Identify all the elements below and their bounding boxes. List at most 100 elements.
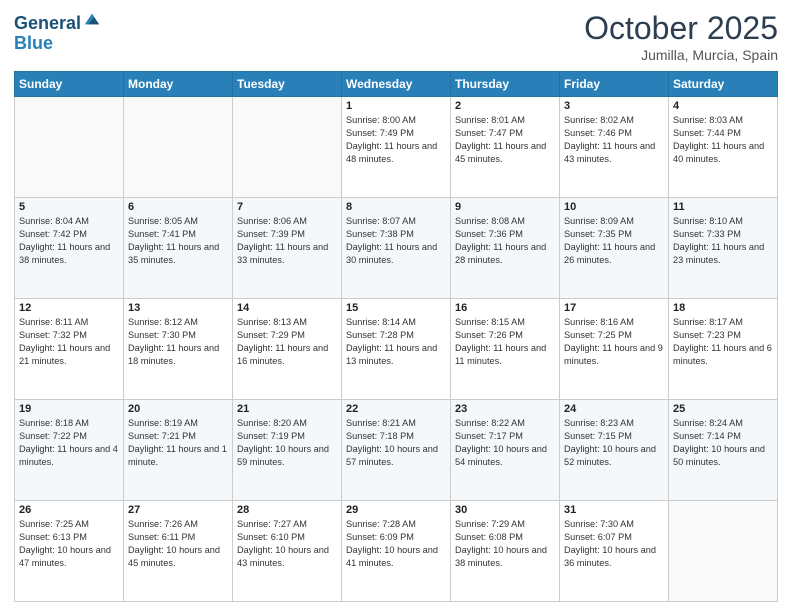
week-row-1: 5 Sunrise: 8:04 AM Sunset: 7:42 PM Daylig… bbox=[15, 198, 778, 299]
cell-info: Sunrise: 8:03 AM Sunset: 7:44 PM Dayligh… bbox=[673, 114, 773, 166]
calendar-cell: 18 Sunrise: 8:17 AM Sunset: 7:23 PM Dayli… bbox=[669, 299, 778, 400]
location: Jumilla, Murcia, Spain bbox=[584, 47, 778, 63]
day-number: 8 bbox=[346, 201, 446, 213]
cell-info: Sunrise: 8:13 AM Sunset: 7:29 PM Dayligh… bbox=[237, 316, 337, 368]
cell-info: Sunrise: 8:16 AM Sunset: 7:25 PM Dayligh… bbox=[564, 316, 664, 368]
day-number: 31 bbox=[564, 504, 664, 516]
cell-info: Sunrise: 8:04 AM Sunset: 7:42 PM Dayligh… bbox=[19, 215, 119, 267]
weekday-header-monday: Monday bbox=[124, 72, 233, 97]
calendar-cell: 11 Sunrise: 8:10 AM Sunset: 7:33 PM Dayli… bbox=[669, 198, 778, 299]
day-number: 9 bbox=[455, 201, 555, 213]
cell-info: Sunrise: 8:20 AM Sunset: 7:19 PM Dayligh… bbox=[237, 417, 337, 469]
cell-info: Sunrise: 7:30 AM Sunset: 6:07 PM Dayligh… bbox=[564, 518, 664, 570]
weekday-header-sunday: Sunday bbox=[15, 72, 124, 97]
cell-info: Sunrise: 8:05 AM Sunset: 7:41 PM Dayligh… bbox=[128, 215, 228, 267]
calendar-cell: 28 Sunrise: 7:27 AM Sunset: 6:10 PM Dayli… bbox=[233, 501, 342, 602]
calendar-cell: 20 Sunrise: 8:19 AM Sunset: 7:21 PM Dayli… bbox=[124, 400, 233, 501]
calendar-cell bbox=[669, 501, 778, 602]
calendar-cell: 30 Sunrise: 7:29 AM Sunset: 6:08 PM Dayli… bbox=[451, 501, 560, 602]
day-number: 27 bbox=[128, 504, 228, 516]
calendar-cell: 8 Sunrise: 8:07 AM Sunset: 7:38 PM Daylig… bbox=[342, 198, 451, 299]
cell-info: Sunrise: 8:01 AM Sunset: 7:47 PM Dayligh… bbox=[455, 114, 555, 166]
cell-info: Sunrise: 7:29 AM Sunset: 6:08 PM Dayligh… bbox=[455, 518, 555, 570]
calendar-cell: 12 Sunrise: 8:11 AM Sunset: 7:32 PM Dayli… bbox=[15, 299, 124, 400]
calendar-cell bbox=[15, 97, 124, 198]
cell-info: Sunrise: 8:23 AM Sunset: 7:15 PM Dayligh… bbox=[564, 417, 664, 469]
day-number: 30 bbox=[455, 504, 555, 516]
calendar-cell: 15 Sunrise: 8:14 AM Sunset: 7:28 PM Dayli… bbox=[342, 299, 451, 400]
cell-info: Sunrise: 8:19 AM Sunset: 7:21 PM Dayligh… bbox=[128, 417, 228, 469]
calendar-cell: 1Sunrise: 8:00 AM Sunset: 7:49 PM Daylig… bbox=[342, 97, 451, 198]
cell-info: Sunrise: 8:17 AM Sunset: 7:23 PM Dayligh… bbox=[673, 316, 773, 368]
calendar-cell: 29 Sunrise: 7:28 AM Sunset: 6:09 PM Dayli… bbox=[342, 501, 451, 602]
weekday-header-tuesday: Tuesday bbox=[233, 72, 342, 97]
calendar-cell: 4 Sunrise: 8:03 AM Sunset: 7:44 PM Daylig… bbox=[669, 97, 778, 198]
week-row-3: 19 Sunrise: 8:18 AM Sunset: 7:22 PM Dayli… bbox=[15, 400, 778, 501]
day-number: 14 bbox=[237, 302, 337, 314]
calendar-cell: 24Sunrise: 8:23 AM Sunset: 7:15 PM Dayli… bbox=[560, 400, 669, 501]
logo-icon bbox=[83, 10, 101, 28]
day-number: 16 bbox=[455, 302, 555, 314]
cell-info: Sunrise: 8:11 AM Sunset: 7:32 PM Dayligh… bbox=[19, 316, 119, 368]
calendar-cell: 25Sunrise: 8:24 AM Sunset: 7:14 PM Dayli… bbox=[669, 400, 778, 501]
calendar-cell: 9Sunrise: 8:08 AM Sunset: 7:36 PM Daylig… bbox=[451, 198, 560, 299]
day-number: 4 bbox=[673, 100, 773, 112]
day-number: 25 bbox=[673, 403, 773, 415]
cell-info: Sunrise: 8:18 AM Sunset: 7:22 PM Dayligh… bbox=[19, 417, 119, 469]
day-number: 12 bbox=[19, 302, 119, 314]
calendar-cell: 13Sunrise: 8:12 AM Sunset: 7:30 PM Dayli… bbox=[124, 299, 233, 400]
calendar-cell: 17 Sunrise: 8:16 AM Sunset: 7:25 PM Dayli… bbox=[560, 299, 669, 400]
cell-info: Sunrise: 7:27 AM Sunset: 6:10 PM Dayligh… bbox=[237, 518, 337, 570]
cell-info: Sunrise: 8:10 AM Sunset: 7:33 PM Dayligh… bbox=[673, 215, 773, 267]
day-number: 15 bbox=[346, 302, 446, 314]
calendar-cell: 7Sunrise: 8:06 AM Sunset: 7:39 PM Daylig… bbox=[233, 198, 342, 299]
day-number: 20 bbox=[128, 403, 228, 415]
calendar-cell: 16 Sunrise: 8:15 AM Sunset: 7:26 PM Dayli… bbox=[451, 299, 560, 400]
cell-info: Sunrise: 7:28 AM Sunset: 6:09 PM Dayligh… bbox=[346, 518, 446, 570]
logo-text: General bbox=[14, 14, 81, 34]
logo: General Blue bbox=[14, 14, 101, 54]
page-container: General Blue October 2025 Jumilla, Murci… bbox=[0, 0, 792, 612]
day-number: 11 bbox=[673, 201, 773, 213]
calendar-cell: 19 Sunrise: 8:18 AM Sunset: 7:22 PM Dayli… bbox=[15, 400, 124, 501]
calendar-cell: 27 Sunrise: 7:26 AM Sunset: 6:11 PM Dayli… bbox=[124, 501, 233, 602]
weekday-header-saturday: Saturday bbox=[669, 72, 778, 97]
calendar-cell: 31 Sunrise: 7:30 AM Sunset: 6:07 PM Dayli… bbox=[560, 501, 669, 602]
cell-info: Sunrise: 7:26 AM Sunset: 6:11 PM Dayligh… bbox=[128, 518, 228, 570]
month-title: October 2025 bbox=[584, 10, 778, 47]
calendar-cell bbox=[124, 97, 233, 198]
cell-info: Sunrise: 8:14 AM Sunset: 7:28 PM Dayligh… bbox=[346, 316, 446, 368]
weekday-header-thursday: Thursday bbox=[451, 72, 560, 97]
calendar-table: SundayMondayTuesdayWednesdayThursdayFrid… bbox=[14, 71, 778, 602]
calendar-cell: 5 Sunrise: 8:04 AM Sunset: 7:42 PM Daylig… bbox=[15, 198, 124, 299]
cell-info: Sunrise: 8:09 AM Sunset: 7:35 PM Dayligh… bbox=[564, 215, 664, 267]
calendar-cell: 22Sunrise: 8:21 AM Sunset: 7:18 PM Dayli… bbox=[342, 400, 451, 501]
day-number: 1 bbox=[346, 100, 446, 112]
weekday-header-row: SundayMondayTuesdayWednesdayThursdayFrid… bbox=[15, 72, 778, 97]
cell-info: Sunrise: 8:15 AM Sunset: 7:26 PM Dayligh… bbox=[455, 316, 555, 368]
day-number: 13 bbox=[128, 302, 228, 314]
weekday-header-wednesday: Wednesday bbox=[342, 72, 451, 97]
day-number: 17 bbox=[564, 302, 664, 314]
cell-info: Sunrise: 8:21 AM Sunset: 7:18 PM Dayligh… bbox=[346, 417, 446, 469]
cell-info: Sunrise: 8:07 AM Sunset: 7:38 PM Dayligh… bbox=[346, 215, 446, 267]
day-number: 6 bbox=[128, 201, 228, 213]
day-number: 29 bbox=[346, 504, 446, 516]
day-number: 3 bbox=[564, 100, 664, 112]
cell-info: Sunrise: 8:06 AM Sunset: 7:39 PM Dayligh… bbox=[237, 215, 337, 267]
header: General Blue October 2025 Jumilla, Murci… bbox=[14, 10, 778, 63]
day-number: 19 bbox=[19, 403, 119, 415]
logo-blue: Blue bbox=[14, 34, 101, 54]
day-number: 5 bbox=[19, 201, 119, 213]
day-number: 2 bbox=[455, 100, 555, 112]
day-number: 28 bbox=[237, 504, 337, 516]
calendar-cell bbox=[233, 97, 342, 198]
calendar-cell: 14 Sunrise: 8:13 AM Sunset: 7:29 PM Dayli… bbox=[233, 299, 342, 400]
day-number: 10 bbox=[564, 201, 664, 213]
calendar-cell: 2 Sunrise: 8:01 AM Sunset: 7:47 PM Daylig… bbox=[451, 97, 560, 198]
calendar-cell: 3Sunrise: 8:02 AM Sunset: 7:46 PM Daylig… bbox=[560, 97, 669, 198]
cell-info: Sunrise: 7:25 AM Sunset: 6:13 PM Dayligh… bbox=[19, 518, 119, 570]
day-number: 18 bbox=[673, 302, 773, 314]
day-number: 26 bbox=[19, 504, 119, 516]
week-row-4: 26 Sunrise: 7:25 AM Sunset: 6:13 PM Dayli… bbox=[15, 501, 778, 602]
